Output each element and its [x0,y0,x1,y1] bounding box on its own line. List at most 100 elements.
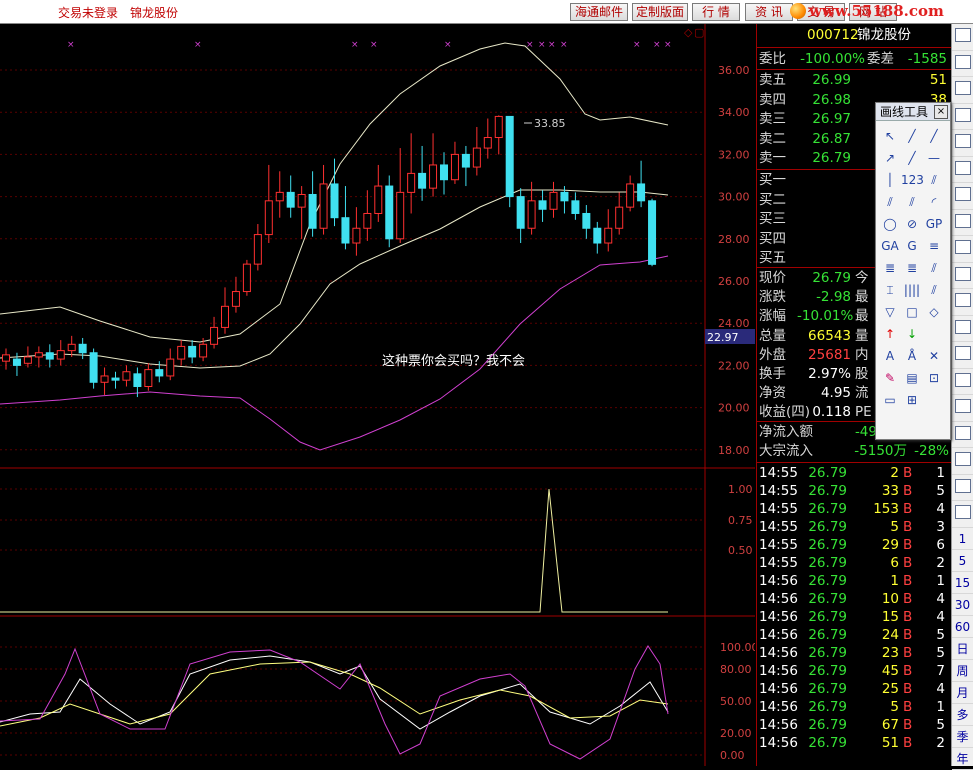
cycle-tool-icon[interactable]: ≣ [879,257,901,279]
tick-row[interactable]: 14:56 26.79 51 B 2 [757,734,952,752]
v-line-icon[interactable]: │ [879,169,901,191]
event-marker-icon[interactable]: × [194,40,202,50]
h-line-icon[interactable]: — [923,147,945,169]
event-marker-icon[interactable]: × [633,40,641,50]
candle-body[interactable] [527,200,536,229]
sidebar-bell-button[interactable] [952,505,973,528]
sidebar-money-button[interactable] [952,266,973,289]
tick-row[interactable]: 14:56 26.79 10 B 4 [757,590,952,608]
candle-body[interactable] [648,200,657,265]
candle-body[interactable] [100,375,109,383]
event-marker-icon[interactable]: × [67,40,75,50]
candle-body[interactable] [122,371,131,381]
kline-chart[interactable]: 36.00 34.00 32.00 30.00 28.00 26.00 24.00 22.00… [0,24,755,766]
period-button[interactable]: 季 [952,726,973,748]
circle-icon[interactable]: ◯ [879,213,901,235]
candle-body[interactable] [549,191,558,210]
candle-body[interactable] [67,343,76,352]
text-a-icon[interactable]: A [879,345,901,367]
event-marker-icon[interactable]: × [560,40,568,50]
sidebar-search-button[interactable] [952,346,973,369]
candle-body[interactable] [133,373,142,387]
candle-body[interactable] [199,343,208,358]
period-button[interactable]: 月 [952,682,973,704]
candle-body[interactable] [450,153,459,181]
sidebar-info-button[interactable] [952,213,973,236]
candle-body[interactable] [308,193,317,229]
tick-row[interactable]: 14:56 26.79 67 B 5 [757,716,952,734]
candle-body[interactable] [626,183,635,208]
g-tool-icon[interactable]: G [901,235,923,257]
candle-body[interactable] [144,369,153,387]
period-button[interactable]: 年 [952,748,973,770]
arc-icon[interactable]: ◜ [923,191,945,213]
event-marker-icon[interactable]: × [444,40,452,50]
candle-body[interactable] [166,358,175,377]
candle-body[interactable] [593,227,602,244]
bracket-icon[interactable]: ⌶ [879,279,901,301]
arrow-line-icon[interactable]: ↗ [879,147,901,169]
line-icon[interactable]: ╱ [901,125,923,147]
sidebar-trend-button[interactable] [952,160,973,183]
candle-body[interactable] [571,200,580,214]
parallel-icon[interactable]: ⫽ [923,169,945,191]
period-button[interactable]: 30 [952,594,973,616]
period-button[interactable]: 1 [952,528,973,550]
triangle-icon[interactable]: ▽ [879,301,901,323]
candle-body[interactable] [494,115,503,139]
save-icon[interactable]: ⊞ [901,389,923,411]
sidebar-si-button[interactable] [952,240,973,263]
delete-icon[interactable]: ✎ [879,367,901,389]
corner-diamond-icon[interactable]: ◇ [684,26,693,39]
level-123-icon[interactable]: 123 [901,169,924,191]
candle-body[interactable] [516,196,525,229]
candle-body[interactable] [12,358,21,366]
tick-row[interactable]: 14:56 26.79 23 B 5 [757,644,952,662]
candle-body[interactable] [560,191,569,202]
tick-row[interactable]: 14:55 26.79 33 B 5 [757,482,952,500]
sidebar-gear-button[interactable] [952,372,973,395]
fib-tool-icon[interactable]: ≡ [923,235,945,257]
tick-row[interactable]: 14:55 26.79 2 B 1 [757,464,952,482]
sidebar-chart-button[interactable] [952,54,973,77]
candle-body[interactable] [34,352,43,358]
period-button[interactable]: 5 [952,550,973,572]
candle-body[interactable] [2,354,10,362]
tick-row[interactable]: 14:55 26.79 29 B 6 [757,536,952,554]
bars-icon[interactable]: ⫽ [923,279,945,301]
candle-body[interactable] [472,147,481,168]
info-button[interactable]: 资 讯 [745,3,793,21]
diamond-icon[interactable]: ◇ [923,301,945,323]
candle-body[interactable] [538,200,547,210]
candle-body[interactable] [297,193,306,208]
candle-body[interactable] [363,212,372,229]
period-button[interactable]: 60 [952,616,973,638]
drawing-toolbox[interactable]: 画线工具 × ↖ ╱ ╱ ↗ ╱ — │ 123 ⫽ ⫽ ⫽ ◜ ◯ ⊘ GP GA G ≡ ≣ ≣ ⫽ ⌶ |||| ⫽ ▽ □… [875,102,951,440]
trend-channel-icon[interactable]: ⫽ [901,191,923,213]
tick-row[interactable]: 14:55 26.79 6 B 2 [757,554,952,572]
candle-body[interactable] [341,217,350,244]
sidebar-grid-button[interactable] [952,399,973,422]
mail-button[interactable]: 海通邮件 [570,3,628,21]
custom-layout-button[interactable]: 定制版面 [632,3,688,21]
tick-row[interactable]: 14:56 26.79 1 B 1 [757,572,952,590]
gann-tool-icon[interactable]: ⫽ [923,257,945,279]
event-marker-icon[interactable]: × [351,40,359,50]
blank-icon[interactable] [923,323,945,345]
candle-body[interactable] [111,377,120,381]
note-icon[interactable]: ⊡ [923,367,945,389]
sidebar-kline-button[interactable] [952,107,973,130]
sidebar-window-button[interactable] [952,452,973,475]
tick-row[interactable]: 14:56 26.79 45 B 7 [757,662,952,680]
candle-body[interactable] [352,227,361,244]
candle-body[interactable] [429,164,438,189]
candle-body[interactable] [286,191,295,208]
grid-lines-icon[interactable]: |||| [901,279,923,301]
event-marker-icon[interactable]: × [370,40,378,50]
candle-body[interactable] [604,227,613,244]
candle-body[interactable] [231,291,240,307]
corner-box-icon[interactable]: ▢ [694,26,704,39]
candle-body[interactable] [615,206,624,229]
text-a2-icon[interactable]: Å [901,345,923,367]
up-arrow-icon[interactable]: ↑ [879,323,901,345]
